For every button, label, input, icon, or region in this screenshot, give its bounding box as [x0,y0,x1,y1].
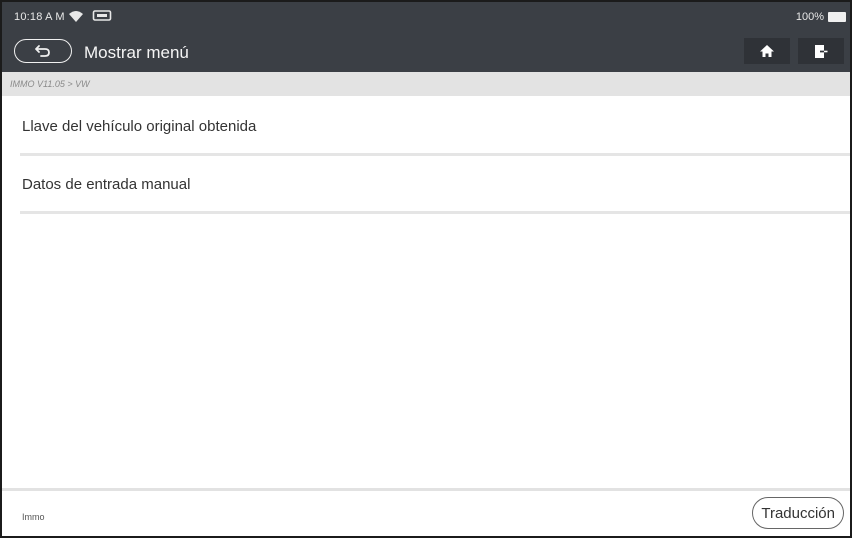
home-button[interactable] [744,38,790,64]
status-bar: 10:18 A M 100% [2,2,850,34]
list-item[interactable]: Datos de entrada manual [20,156,850,214]
app-window: 10:18 A M 100% Mostrar menú IMMO V11.05 … [0,0,852,538]
status-time: 10:18 A M [14,11,65,23]
module-name: Immo [22,512,45,522]
battery-percent: 100% [795,11,824,23]
menu-list: Llave del vehículo original obtenida Dat… [20,98,850,214]
list-item-label: Llave del vehículo original obtenida [22,118,257,135]
list-item-label: Datos de entrada manual [22,176,191,193]
translate-button[interactable]: Traducción [752,497,844,529]
home-icon [760,45,774,57]
back-button[interactable] [14,39,72,63]
list-item[interactable]: Llave del vehículo original obtenida [20,98,850,156]
exit-button[interactable] [798,38,844,64]
breadcrumb: IMMO V11.05 > VW [2,72,850,96]
title-bar: Mostrar menú [2,34,850,72]
footer-bar: Immo Traducción [2,488,850,536]
battery-icon [828,12,846,22]
page-title: Mostrar menú [84,43,189,62]
exit-icon [815,44,828,58]
wifi-icon [69,11,83,22]
vci-connector-icon [92,10,112,21]
back-arrow-icon [35,45,50,57]
